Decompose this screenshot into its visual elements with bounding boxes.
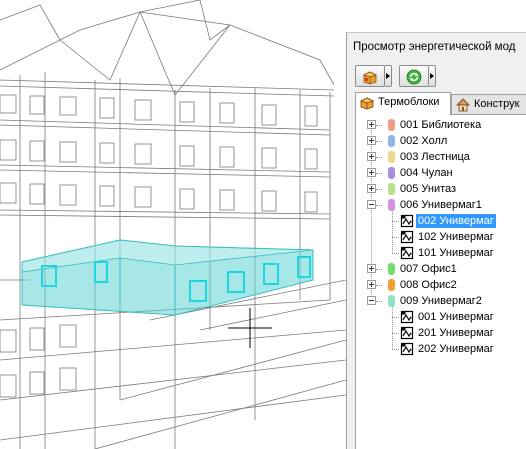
tree-connector (392, 221, 399, 222)
room-block-icon (400, 246, 414, 260)
tree-connector (392, 237, 399, 238)
tree-node[interactable]: 004 Чулан (356, 165, 526, 181)
tree-node[interactable]: 001 Библиотека (356, 117, 526, 133)
tree-child-label: 001 Универмаг (418, 311, 494, 323)
expand-toggle[interactable] (367, 152, 376, 161)
tree-node-label: 003 Лестница (400, 151, 470, 163)
tree-child-node[interactable]: 201 Универмаг (356, 325, 526, 341)
tree-node-label: 002 Холл (400, 135, 448, 147)
collapse-toggle[interactable] (367, 296, 376, 305)
thermal-blocks-icon (360, 97, 374, 110)
tree-connector (392, 333, 399, 334)
tree-connector (376, 125, 382, 126)
tree-child-node[interactable]: 202 Универмаг (356, 341, 526, 357)
tab-constructions[interactable]: Конструк (451, 94, 526, 114)
tree-child-node[interactable]: 002 Универмаг (356, 213, 526, 229)
tree-node[interactable]: 007 Офис1 (356, 261, 526, 277)
tab-thermal-blocks-label: Термоблоки (378, 96, 440, 108)
tree-child-label: 002 Универмаг (416, 214, 496, 228)
block-color-swatch (388, 167, 395, 179)
tree-node-label: 007 Офис1 (400, 263, 457, 275)
expand-toggle[interactable] (367, 280, 376, 289)
tree-node[interactable]: 003 Лестница (356, 149, 526, 165)
tree-connector (376, 157, 382, 158)
tree-connector (392, 317, 399, 318)
room-block-icon (400, 214, 414, 228)
energy-model-panel: Просмотр энергетической мод Термоблоки К… (346, 32, 526, 449)
refresh-dropdown[interactable] (429, 65, 436, 87)
tree-connector (376, 269, 382, 270)
block-color-swatch (388, 151, 395, 163)
crosshair-cursor (228, 308, 272, 348)
collapse-toggle[interactable] (367, 200, 376, 209)
building-wireframe (0, 0, 346, 449)
house-icon (456, 98, 470, 112)
tree-node[interactable]: 002 Холл (356, 133, 526, 149)
block-color-swatch (388, 119, 395, 131)
tree-connector (392, 306, 393, 349)
tree-node-label: 008 Офис2 (400, 279, 457, 291)
tree-connector (392, 253, 399, 254)
tree-child-label: 201 Универмаг (418, 327, 494, 339)
tab-strip: Термоблоки Конструк (355, 92, 526, 115)
tree-connector (376, 205, 382, 206)
room-block-icon (400, 310, 414, 324)
refresh-icon (406, 69, 422, 85)
tree-connector (376, 189, 382, 190)
expand-toggle[interactable] (367, 264, 376, 273)
energy-model-button[interactable] (355, 65, 385, 87)
tab-constructions-label: Конструк (474, 98, 520, 110)
expand-toggle[interactable] (367, 168, 376, 177)
room-block-icon (400, 342, 414, 356)
tree-node[interactable]: 006 Универмаг1 (356, 197, 526, 213)
block-color-swatch (388, 263, 395, 275)
room-block-icon (400, 230, 414, 244)
expand-toggle[interactable] (367, 120, 376, 129)
energy-model-icon (362, 71, 378, 85)
block-color-swatch (388, 279, 395, 291)
tree-node-label: 006 Универмаг1 (400, 199, 482, 211)
tree-connector (376, 285, 382, 286)
refresh-button[interactable] (399, 65, 429, 87)
tree-child-label: 101 Универмаг (418, 247, 494, 259)
tree-node-label: 009 Универмаг2 (400, 295, 482, 307)
expand-toggle[interactable] (367, 136, 376, 145)
block-color-swatch (388, 183, 395, 195)
tree-node[interactable]: 009 Универмаг2 (356, 293, 526, 309)
tree-child-node[interactable]: 001 Универмаг (356, 309, 526, 325)
tree-connector (376, 141, 382, 142)
thermal-blocks-tree: 001 Библиотека 002 Холл 003 Лестница 004 Чу… (355, 114, 526, 449)
tree-child-label: 202 Универмаг (418, 343, 494, 355)
panel-title: Просмотр энергетической мод (353, 41, 516, 53)
tree-node[interactable]: 008 Офис2 (356, 277, 526, 293)
tree-node-label: 004 Чулан (400, 167, 453, 179)
tree-child-node[interactable]: 102 Универмаг (356, 229, 526, 245)
tree-connector (392, 210, 393, 253)
tree-node-label: 001 Библиотека (400, 119, 482, 131)
block-color-swatch (388, 135, 395, 147)
3d-viewport[interactable] (0, 0, 346, 449)
tab-thermal-blocks[interactable]: Термоблоки (355, 92, 451, 115)
tree-node[interactable]: 005 Унитаз (356, 181, 526, 197)
tree-connector (376, 301, 382, 302)
tree-connector (376, 173, 382, 174)
expand-toggle[interactable] (367, 184, 376, 193)
energy-model-dropdown[interactable] (385, 65, 392, 87)
tree-child-node[interactable]: 101 Универмаг (356, 245, 526, 261)
tree-child-label: 102 Универмаг (418, 231, 494, 243)
room-block-icon (400, 326, 414, 340)
tree-node-label: 005 Унитаз (400, 183, 457, 195)
tree-connector (392, 349, 399, 350)
